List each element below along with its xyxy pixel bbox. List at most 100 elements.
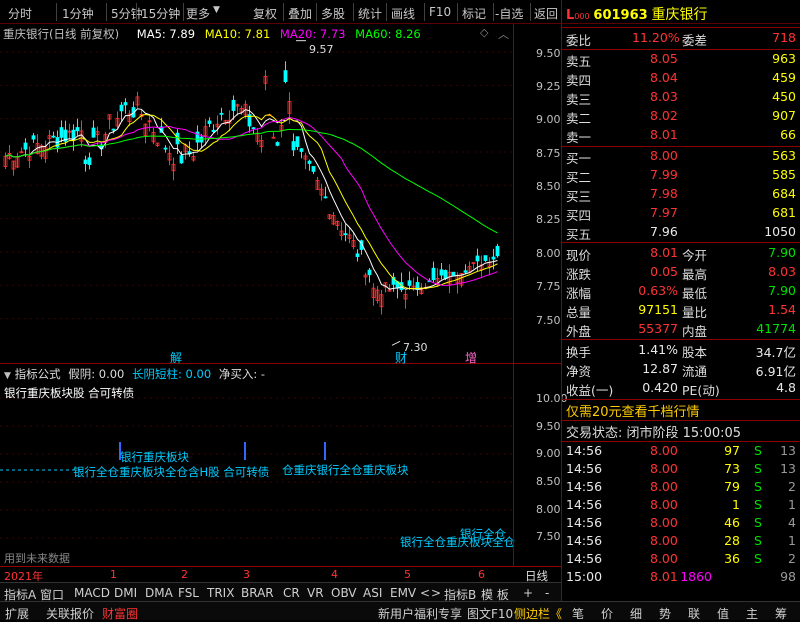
toolbar-left-btn-3[interactable]: 15分钟 [141,5,180,22]
event-mark-unlock[interactable]: 解 [170,349,182,366]
right-tab[interactable]: 笔 [572,605,584,622]
tab-macd[interactable]: MACD [74,586,110,600]
ask-row[interactable]: 卖三 8.03 450 [566,89,800,108]
tab-trix[interactable]: TRIX [207,586,234,600]
ma5-legend: MA5: 7.89 [136,27,196,41]
tab-dmi[interactable]: DMI [114,586,137,600]
remove-icon[interactable]: - [545,586,549,600]
timeline-month: 3 [243,568,250,581]
right-tab[interactable]: 价 [601,605,613,622]
promo-row[interactable]: 仅需20元查看千档行情 [566,401,800,420]
candle-body [431,267,436,281]
dropdown-arrow-icon[interactable]: ▼ [213,5,220,15]
tab-cr[interactable]: CR [283,586,300,600]
diamond-icon[interactable]: ◇ [480,26,488,39]
status-row: 交易状态: 闭市阶段 15:00:05 [566,422,800,441]
ma10-line [5,113,498,290]
quote-row: 外盘 55377 内盘 41774 [566,321,800,340]
tab-wealth-circle[interactable]: 财富圈 [102,605,138,622]
tab-related-quote[interactable]: 关联报价 [46,605,94,622]
tick-volume: 46 [724,515,740,530]
tab-brar[interactable]: BRAR [241,586,274,600]
ask-row[interactable]: 卖五 8.05 963 [566,51,800,70]
bid-label: 买一 [566,151,592,166]
quote-label: 最高 [682,267,708,282]
quote-label: 外盘 [566,324,592,339]
tab-vr[interactable]: VR [307,586,324,600]
ask-label: 卖三 [566,92,592,107]
right-tab[interactable]: 主 [746,605,758,622]
quote-value: 55377 [638,321,678,336]
chevron-down-icon[interactable]: ▼ [4,371,11,381]
stat-label: 收益(一) [566,383,614,398]
timeline-month: 5 [404,568,411,581]
tab-obv[interactable]: OBV [331,586,357,600]
add-icon[interactable]: + [523,586,533,600]
toolbar-right-btn-4[interactable]: 画线 [391,5,415,22]
tab-emv[interactable]: EMV [390,586,416,600]
tick-volume: 1860 [680,569,712,584]
toolbar-left-btn-4[interactable]: 更多 [186,5,210,22]
price-axis: 9.50 9.25 9.00 8.75 8.50 8.25 8.00 7.75 … [513,24,561,364]
toolbar-right-btn-3[interactable]: 统计 [358,5,382,22]
bid-volume: 1050 [764,224,796,239]
timeline-bar: 2021年 1 2 3 4 5 6 日线 [0,566,561,583]
right-tab[interactable]: 联 [688,605,700,622]
toolbar-right-btn-0[interactable]: 复权 [253,5,277,22]
indicator-subtitle: 银行重庆板块股 合可转债 [4,386,135,400]
bid-row[interactable]: 买二 7.99 585 [566,167,800,186]
ask-volume: 459 [772,70,796,85]
right-tab[interactable]: 值 [717,605,729,622]
quote-label: 涨跌 [566,267,592,282]
graphic-f10[interactable]: 图文F10 [467,605,513,622]
stat-label: 净资 [566,364,592,379]
right-tab[interactable]: 细 [630,605,642,622]
bid-row[interactable]: 买一 8.00 563 [566,148,800,167]
tab-asi[interactable]: ASI [363,586,382,600]
ask-row[interactable]: 卖四 8.04 459 [566,70,800,89]
tab-dma[interactable]: DMA [145,586,173,600]
promo-text[interactable]: 仅需20元查看千档行情 [566,401,700,420]
toolbar-right-btn-6[interactable]: 标记 [462,5,486,22]
tick-time: 14:56 [566,461,603,476]
tab-fsl[interactable]: FSL [178,586,199,600]
toolbar-right-btn-2[interactable]: 多股 [321,5,345,22]
sidebar-toggle[interactable]: 侧边栏《 [514,605,562,622]
tab-expand[interactable]: 扩展 [5,605,29,622]
toolbar-right-btn-8[interactable]: 返回 [534,5,558,22]
ask-row[interactable]: 卖二 8.02 907 [566,108,800,127]
stock-name: 重庆银行 [651,7,708,23]
tick-side: S [754,515,762,530]
toolbar-right-btn-7[interactable]: -自选 [495,5,523,22]
bid-row[interactable]: 买三 7.98 684 [566,186,800,205]
new-user-benefit[interactable]: 新用户福利专享 [378,605,462,622]
right-tab[interactable]: 筹 [775,605,787,622]
tick-count: 1 [788,533,796,548]
bid-row[interactable]: 买四 7.97 681 [566,205,800,224]
scroll-right-icon[interactable]: > [431,586,441,600]
tick-volume: 79 [724,479,740,494]
right-tab[interactable]: 势 [659,605,671,622]
toolbar-right-btn-1[interactable]: 叠加 [288,5,312,22]
weibi-value: 11.20% [632,30,680,45]
toolbar-left-btn-1[interactable]: 1分钟 [62,5,94,22]
toolbar-left-btn-2[interactable]: 5分钟 [111,5,143,22]
indicator-text: 银行重庆板块 [120,450,189,464]
candle-body [291,141,296,151]
tick-row: 14:56 8.00 36 S 2 [566,551,800,570]
bid-label: 买五 [566,227,592,242]
candle-body [283,70,288,83]
ask-row[interactable]: 卖一 8.01 66 [566,127,800,146]
scroll-left-icon[interactable]: < [420,586,430,600]
toolbar-left-btn-0[interactable]: 分时 [8,5,32,22]
tick-price: 8.00 [650,443,678,458]
toolbar-right-btn-5[interactable]: F10 [429,5,451,19]
tick-price: 8.00 [650,551,678,566]
event-mark-finance[interactable]: 财 [395,349,407,366]
tick-count: 1 [788,497,796,512]
stat-value: 1.41% [638,342,678,357]
price-tick: 8.75 [536,147,561,160]
candlestick-chart[interactable] [0,40,513,362]
event-mark-increase[interactable]: 增 [465,349,477,366]
bid-row[interactable]: 买五 7.96 1050 [566,224,800,243]
